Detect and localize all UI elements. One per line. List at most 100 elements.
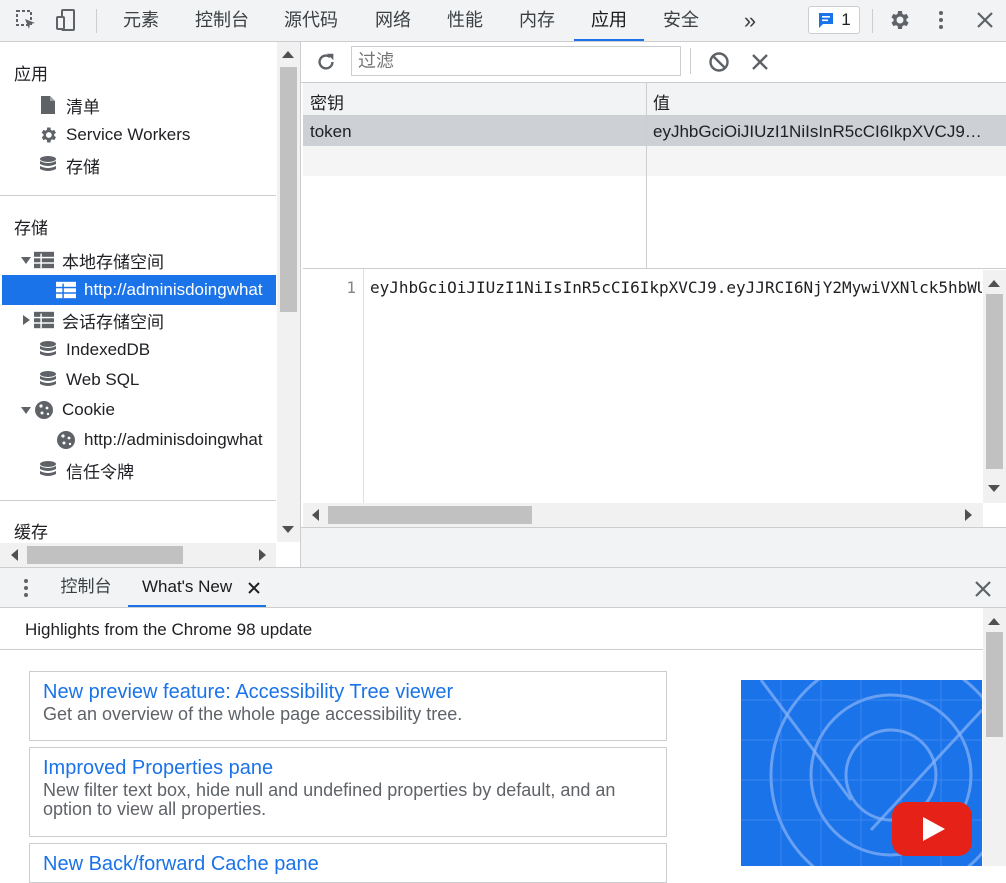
inspect-element-icon[interactable] [12,6,40,34]
sidebar-item-label: IndexedDB [66,340,151,359]
sidebar-item-trust-tokens[interactable]: 信任令牌 [38,455,276,485]
sidebar-item-indexeddb[interactable]: IndexedDB [38,335,276,365]
database-icon [38,370,58,390]
video-thumbnail[interactable] [741,680,982,866]
whats-new-header: Highlights from the Chrome 98 update [0,608,983,650]
feature-card-title[interactable]: Improved Properties pane [43,755,653,781]
device-toolbar-icon[interactable] [52,6,80,34]
expanded-triangle-icon[interactable] [20,254,32,266]
feature-card-title[interactable]: New Back/forward Cache pane [43,851,653,877]
sidebar-item-websql[interactable]: Web SQL [38,365,276,395]
sidebar-item-label: Service Workers [66,125,191,144]
more-tabs-button[interactable]: » [732,0,768,41]
close-devtools-icon[interactable] [971,6,999,34]
sidebar-item-service-workers[interactable]: Service Workers [38,120,276,150]
editor-line[interactable]: eyJhbGciOiJIUzI1NiIsInR5cCI6IkpXVCJ9.eyJ… [370,278,982,297]
feature-card-description: Get an overview of the whole page access… [43,704,463,724]
feature-card[interactable]: New Back/forward Cache pane [29,843,667,883]
tab-application[interactable]: 应用 [574,0,644,41]
database-icon [38,340,58,360]
sidebar-item-cookie-origin[interactable]: http://adminisdoingwhat [56,425,276,455]
line-number-gutter: 1 [303,269,364,503]
close-tab-icon[interactable] [248,582,260,594]
tab-console[interactable]: 控制台 [186,0,258,41]
issues-button[interactable]: 1 [808,6,860,34]
drawer-menu-icon[interactable] [18,577,34,599]
feature-card[interactable]: New preview feature: Accessibility Tree … [29,671,667,741]
drawer-tab-console[interactable]: 控制台 [50,567,122,607]
drawer-tab-whats-new[interactable]: What's New [128,567,266,607]
database-icon [38,460,58,480]
drawer-scroll-thumb[interactable] [986,632,1003,737]
sidebar-item-local-storage-origin[interactable]: http://adminisdoingwhat [2,275,276,305]
issues-count: 1 [841,10,851,29]
scroll-left-arrow-icon[interactable] [311,509,319,521]
toolbar-separator [872,9,873,33]
application-sidebar: 应用 清单 Service Workers 存储 存储 本地存储空间 http:… [0,42,301,567]
main-status-area [301,527,1006,568]
section-divider [0,500,276,501]
column-divider[interactable] [646,83,647,115]
editor-scroll-thumb[interactable] [986,294,1003,469]
scroll-right-arrow-icon[interactable] [259,549,267,561]
table-row-empty [303,146,1006,176]
drawer-tab-label: What's New [142,577,233,596]
feature-card-title[interactable]: New preview feature: Accessibility Tree … [43,679,653,705]
devtools-toolbar: 元素 控制台 源代码 网络 性能 内存 应用 安全 » 1 [0,0,1006,42]
feature-card[interactable]: Improved Properties pane New filter text… [29,747,667,837]
tab-elements[interactable]: 元素 [112,0,170,41]
toolbar-separator [96,9,97,33]
column-header-value[interactable]: 值 [653,89,670,114]
database-icon [38,155,58,175]
refresh-icon[interactable] [315,51,337,73]
tab-sources[interactable]: 源代码 [275,0,347,41]
scroll-up-arrow-icon[interactable] [282,50,294,58]
sidebar-item-label: 清单 [66,97,100,117]
table-row[interactable]: token eyJhbGciOiJIUzI1NiIsInR5cCI6IkpXVC… [303,116,1006,146]
sidebar-item-cookies[interactable]: Cookie [20,395,276,425]
more-options-icon[interactable] [927,6,955,34]
clear-all-icon[interactable] [708,51,730,73]
sidebar-item-manifest[interactable]: 清单 [38,90,276,120]
tab-memory[interactable]: 内存 [508,0,566,41]
collapsed-triangle-icon[interactable] [20,314,32,326]
section-title-storage: 存储 [14,219,48,238]
scroll-left-arrow-icon[interactable] [10,549,18,561]
tab-security[interactable]: 安全 [652,0,710,41]
sidebar-item-label: 会话存储空间 [62,312,164,332]
cookie-icon [56,430,76,450]
row-value: eyJhbGciOiJIUzI1NiIsInR5cCI6IkpXVCJ9.... [653,122,983,141]
section-title-application: 应用 [14,65,48,84]
sidebar-item-session-storage[interactable]: 会话存储空间 [20,305,276,335]
delete-selected-icon[interactable] [751,53,769,71]
filter-input[interactable] [351,46,681,76]
drawer-toolbar: 控制台 What's New [0,567,1006,608]
youtube-play-icon[interactable] [892,802,972,856]
table-icon [34,310,54,330]
scroll-down-arrow-icon[interactable] [988,485,1000,493]
tab-performance[interactable]: 性能 [436,0,494,41]
sidebar-scroll-thumb[interactable] [280,67,297,312]
table-icon [56,280,76,300]
tab-network[interactable]: 网络 [364,0,422,41]
storage-table-header: 密钥 值 [303,83,1006,116]
sidebar-item-label: 本地存储空间 [62,252,164,272]
expanded-triangle-icon[interactable] [20,404,32,416]
value-preview-editor[interactable] [303,268,1006,504]
row-key: token [310,122,352,141]
sidebar-item-label: Web SQL [66,370,140,389]
close-drawer-icon[interactable] [974,580,992,598]
scroll-right-arrow-icon[interactable] [965,509,973,521]
sidebar-item-local-storage[interactable]: 本地存储空间 [20,245,276,275]
settings-gear-icon[interactable] [885,6,913,34]
sidebar-item-label: Cookie [62,400,115,419]
sidebar-hscroll-thumb[interactable] [27,546,183,564]
scroll-up-arrow-icon[interactable] [988,279,1000,287]
scroll-up-arrow-icon[interactable] [988,617,1000,625]
scroll-down-arrow-icon[interactable] [282,526,294,534]
column-divider [646,116,647,268]
table-icon [34,250,54,270]
column-header-key[interactable]: 密钥 [310,89,344,114]
editor-hscroll-thumb[interactable] [328,506,532,524]
sidebar-item-storage[interactable]: 存储 [38,150,276,180]
